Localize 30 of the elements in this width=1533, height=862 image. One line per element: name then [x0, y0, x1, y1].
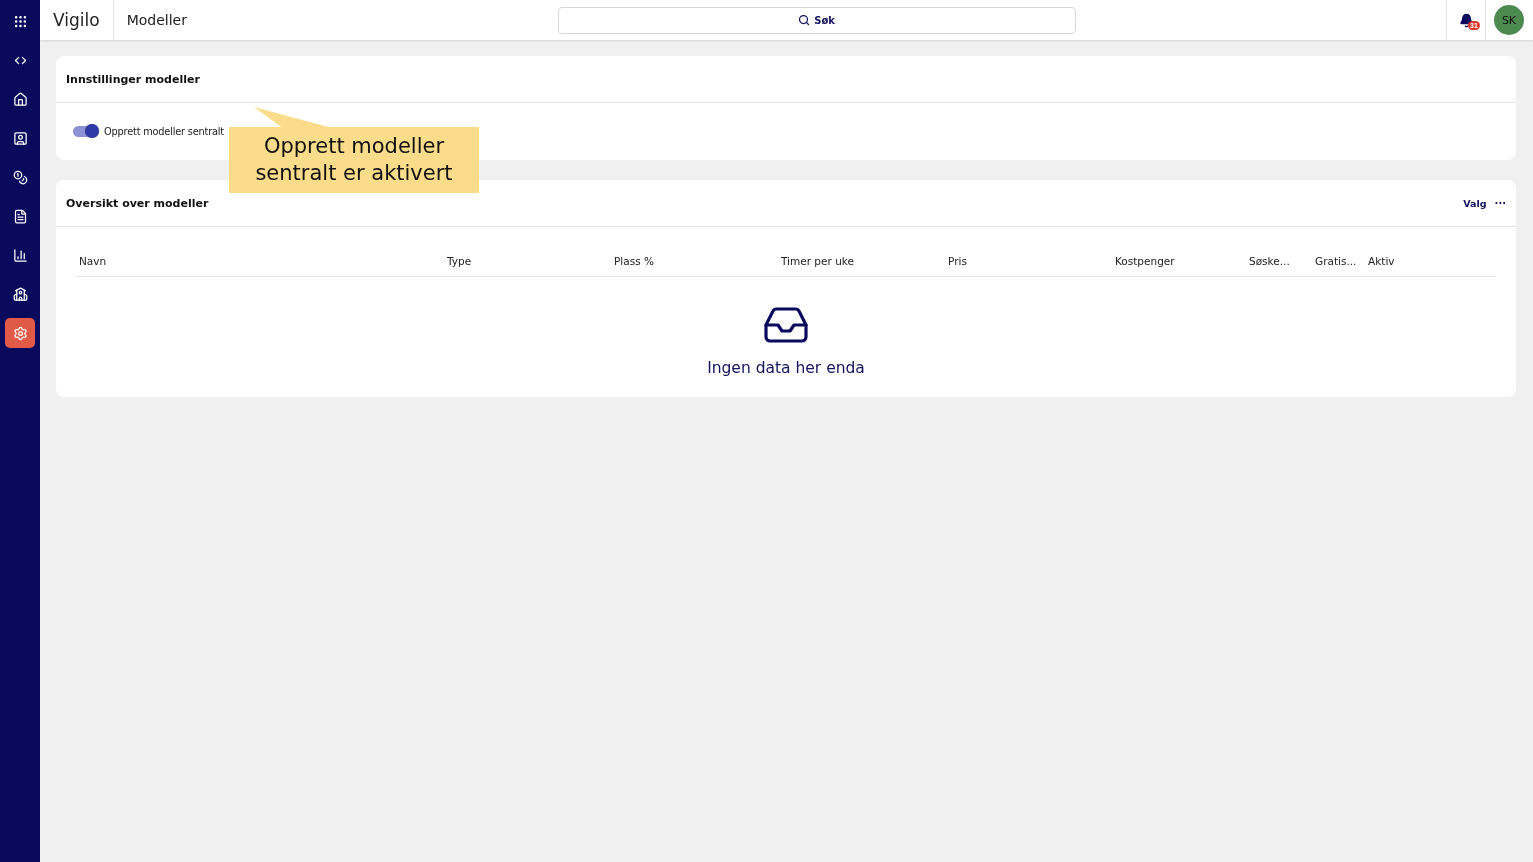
toggle-label: Opprett modeller sentralt — [104, 126, 224, 137]
search-icon — [798, 14, 811, 26]
chart-icon — [12, 247, 28, 263]
settings-icon — [12, 325, 28, 341]
column-header: Gratis... — [1315, 254, 1358, 267]
user-avatar[interactable]: SK — [1494, 5, 1524, 35]
column-header: Kostpenger — [1115, 254, 1176, 267]
sidebar-item[interactable] — [5, 318, 35, 348]
toggle-switch[interactable] — [73, 126, 98, 137]
card-title: Oversikt over modeller — [66, 196, 209, 210]
column-header: Aktiv — [1368, 254, 1396, 267]
page-title: Modeller — [125, 12, 188, 28]
home-icon — [12, 91, 28, 107]
card-title: Innstillinger modeller — [66, 72, 200, 86]
search-field[interactable]: Søk — [557, 6, 1076, 34]
grid-icon — [12, 13, 28, 29]
person-icon — [12, 130, 28, 146]
column-header: Type — [447, 254, 473, 267]
empty-message: Ingen data her enda — [707, 359, 865, 377]
column-header: Søske... — [1249, 254, 1291, 267]
brand-name: Vigilo — [40, 0, 114, 40]
options-link[interactable]: Valg — [1463, 197, 1487, 209]
coins-icon — [12, 169, 28, 185]
column-header: Timer per uke — [781, 254, 855, 267]
more-button[interactable]: ··· — [1494, 197, 1506, 209]
school-icon — [12, 286, 28, 302]
document-icon — [12, 208, 28, 224]
column-header: Pris — [948, 254, 968, 267]
column-header: Navn — [79, 254, 108, 267]
column-header: Plass % — [614, 254, 655, 267]
